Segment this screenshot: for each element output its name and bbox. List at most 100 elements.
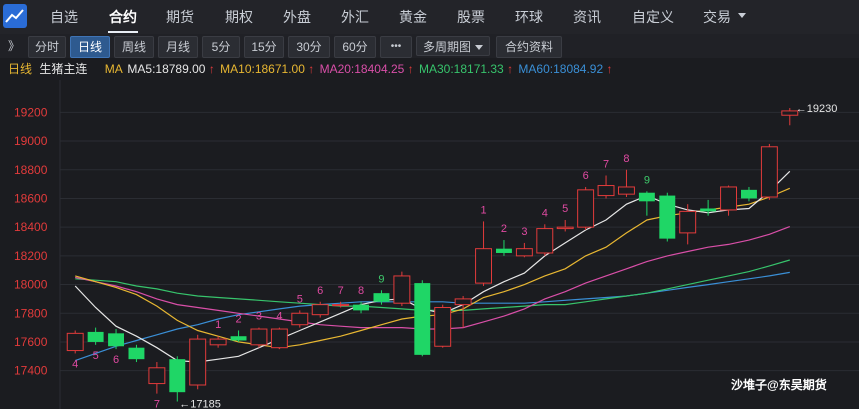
period-button-15min[interactable]: 15分 [244,36,284,58]
candle [393,271,411,307]
period-button-5min[interactable]: 5分 [202,36,240,58]
candle [128,344,145,363]
watermark: 沙堆子@东吴期货 [731,378,827,392]
candle-body [332,304,350,307]
candle [760,143,778,200]
candle [556,219,574,232]
candle [169,356,186,402]
candle [638,191,655,216]
nav-item-forex[interactable]: 外汇 [341,0,369,34]
sequence-count: 1 [215,319,221,331]
y-tick-label: 17600 [14,335,48,349]
nav-item-futures[interactable]: 期货 [166,0,194,34]
sequence-count: 2 [501,223,507,235]
candle [454,296,472,328]
period-button-intraday[interactable]: 分时 [28,36,66,58]
y-tick-label: 18800 [14,163,48,177]
y-tick-label: 18200 [14,249,48,263]
expand-icon[interactable]: 》 [8,37,20,54]
candle-body [128,347,145,360]
legend-period: 日线 [8,62,33,76]
candle-body [638,192,655,202]
sequence-count: 4 [72,358,78,370]
sequence-count: 4 [276,311,282,323]
candle-body [475,248,493,284]
sequence-count: 5 [93,350,99,362]
sequence-count: 9 [378,273,384,285]
candle-body [597,185,615,197]
nav-item-contract[interactable]: 合约 [109,0,137,34]
candle-body [87,331,104,342]
sequence-count: 8 [623,153,629,165]
period-button-60min[interactable]: 60分 [334,36,376,58]
candle-body [373,293,390,302]
sequence-count: 2 [235,313,241,325]
ma30-line [75,259,790,311]
sequence-count: 6 [113,354,119,366]
nav-item-options[interactable]: 期权 [225,0,253,34]
candle [700,199,717,216]
candle-body [148,367,166,385]
candle-body [230,336,247,341]
candle-body [700,208,717,212]
period-button-weekly[interactable]: 周线 [114,36,154,58]
sequence-count: 4 [542,207,548,219]
candle-body [760,146,778,198]
y-tick-label: 17400 [14,364,48,378]
multi-period-label: 多周期图 [423,40,472,54]
chevron-down-icon[interactable] [738,13,746,18]
candle-body [454,298,472,306]
candle [108,329,125,350]
ma5-line [74,170,791,363]
candle [148,362,166,394]
nav-item-custom[interactable]: 自定义 [632,0,674,34]
candle-body [679,210,697,234]
period-toolbar: 》 分时 日线 周线 月线 5分 15分 30分 60分 ••• 多周期图 合约… [0,34,859,58]
sequence-count: 5 [297,293,303,305]
candle-body [250,328,268,346]
y-tick-label: 18600 [14,191,48,205]
app-logo[interactable] [3,4,27,28]
period-button-30min[interactable]: 30分 [288,36,330,58]
candle-body [720,186,738,211]
nav-item-overseas[interactable]: 外盘 [283,0,311,34]
candle [230,330,247,342]
nav-item-gold[interactable]: 黄金 [399,0,427,34]
chart-logo-icon [5,9,24,23]
up-arrow-icon: ↑ [507,62,514,76]
nav-item-watchlist[interactable]: 自选 [50,0,78,34]
candle [291,310,309,328]
multi-period-dropdown[interactable]: 多周期图 [416,36,490,56]
candle [434,304,452,348]
candle [659,192,676,242]
nav-item-stocks[interactable]: 股票 [457,0,485,34]
candle [495,240,512,256]
contract-info-button[interactable]: 合约资料 [496,36,562,58]
sequence-count: 9 [644,174,650,186]
sequence-count: 3 [521,226,527,238]
sequence-count: 7 [603,158,609,170]
candle [250,327,268,348]
candle [189,334,207,390]
more-icon[interactable]: ••• [380,36,412,58]
candlestick-chart[interactable]: 19200 19000 18800 18600 18400 18200 18000 17800… [0,80,859,409]
y-tick-label: 19200 [14,105,48,119]
period-button-daily[interactable]: 日线 [70,36,110,58]
low-price-label: ←17185 [179,399,221,409]
nav-active-indicator [108,31,138,33]
legend-ma5: MA5:18789.00 [127,62,206,76]
candle [373,290,390,305]
candle-body [189,338,207,386]
top-nav: 自选 合约 期货 期权 外盘 外汇 黄金 股票 环球 资讯 自定义 交易 [0,0,859,35]
candle [597,175,615,199]
chevron-down-icon [475,45,483,50]
candles [66,108,799,402]
nav-item-global[interactable]: 环球 [515,0,543,34]
sequence-count: 6 [317,285,323,297]
nav-item-news[interactable]: 资讯 [573,0,601,34]
nav-item-trade[interactable]: 交易 [703,0,731,34]
candle [617,169,635,198]
period-button-monthly[interactable]: 月线 [158,36,198,58]
candle-body [740,189,757,199]
candle [536,224,554,256]
